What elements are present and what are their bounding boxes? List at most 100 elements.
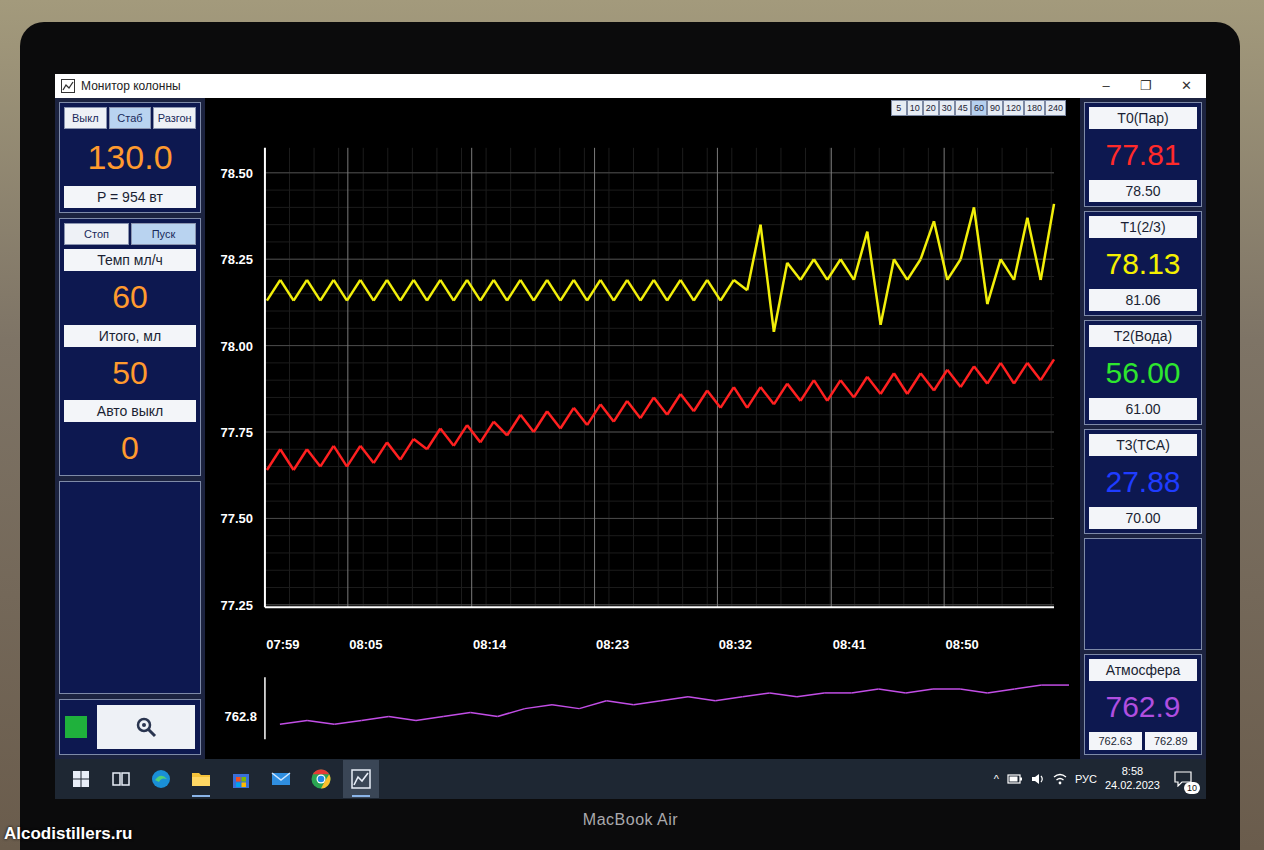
series-segment [907,259,920,280]
series-segment [427,429,440,450]
series-segment [854,232,867,280]
series-segment [654,397,667,414]
sensor-setpoint[interactable]: 78.50 [1089,180,1197,202]
notification-button[interactable]: 10 [1168,764,1198,794]
clock[interactable]: 8:5824.02.2023 [1105,765,1160,793]
time-range-button[interactable]: 30 [939,100,955,116]
minor-grid-line [265,293,1054,294]
search-button[interactable] [97,705,195,749]
series-segment [307,280,320,301]
series-segment [774,263,787,332]
sensor-setpoint[interactable]: 61.00 [1089,398,1197,420]
minor-grid-line [1002,148,1003,607]
time-range-button[interactable]: 45 [955,100,971,116]
minor-grid-line [265,570,1054,571]
speaker-icon[interactable] [1031,772,1045,786]
series-segment [627,280,640,301]
series-segment [334,720,361,724]
grid-line [265,259,1054,260]
series-segment [507,280,520,301]
series-segment [280,449,293,470]
series-segment [574,280,587,301]
minor-grid-line [265,241,1054,242]
series-segment [851,689,878,693]
series-segment [987,259,1000,304]
taskbar-app[interactable] [183,760,219,798]
series-segment [867,232,880,325]
series-segment [987,363,1000,384]
taskbar-app[interactable] [303,760,339,798]
pump-button[interactable]: Пуск [131,223,196,245]
time-range-button[interactable]: 10 [907,100,923,116]
time-range-button[interactable]: 20 [923,100,939,116]
grid-line [265,518,1054,519]
app-body: ВыклСтабРазгон130.0P = 954 втСтопПускТем… [55,98,1206,759]
field-value[interactable]: 0 [64,426,196,471]
series-segment [1041,204,1054,280]
series-segment [387,442,400,459]
taskbar-app[interactable] [223,760,259,798]
taskbar-app[interactable] [143,760,179,798]
taskbar: ^ РУС 8:5824.02.2023 10 [55,759,1206,799]
sensor-setpoint[interactable]: 70.00 [1089,507,1197,529]
minor-grid-line [265,432,1054,433]
window-control[interactable]: ✕ [1166,74,1206,98]
field-value[interactable]: 50 [64,351,196,396]
taskbar-app[interactable] [263,760,299,798]
minor-grid-line [265,259,1054,260]
atmosphere-min: 762.63 [1089,732,1142,750]
window-control[interactable]: – [1086,74,1126,98]
series-segment [416,716,443,720]
series-segment [721,387,734,408]
series-segment [280,720,307,724]
mode-button[interactable]: Стаб [109,107,152,129]
mode-button[interactable]: Разгон [153,107,196,129]
minor-grid-line [265,207,1054,208]
minor-grid-line [756,148,757,607]
edge-icon [150,768,172,790]
time-range-button[interactable]: 240 [1045,100,1066,116]
series-segment [734,280,747,290]
pump-box: СтопПускТемп мл/ч60Итого, мл50Авто выкл0 [59,218,201,476]
series-segment [614,401,627,422]
series-segment [907,373,920,394]
language-indicator[interactable]: РУС [1075,773,1097,785]
series-segment [867,377,880,394]
battery-icon[interactable] [1007,773,1023,785]
time-range-button[interactable]: 180 [1024,100,1045,116]
window-control[interactable]: ❐ [1126,74,1166,98]
pressure-axis [264,677,265,739]
time-range-button[interactable]: 60 [971,100,987,116]
minor-grid-line [265,190,1054,191]
power-setpoint[interactable]: 130.0 [64,133,196,182]
time-range-button[interactable]: 5 [891,100,907,116]
bottom-controls [59,699,201,755]
y-tick-label: 77.75 [220,425,252,440]
series-segment [1042,684,1069,685]
minor-grid-line [658,148,659,607]
screen: Монитор колонны–❐✕ВыклСтабРазгон130.0P =… [55,74,1206,799]
taskbar-app[interactable] [63,760,99,798]
series-segment [525,705,552,709]
chart-icon [61,79,75,93]
mode-button[interactable]: Выкл [64,107,107,129]
pump-buttons: СтопПуск [64,223,196,245]
series-segment [787,263,800,280]
windows-icon [72,770,90,788]
series-segment [1015,685,1042,689]
series-segment [587,280,600,301]
taskbar-app[interactable] [103,760,139,798]
series-segment [761,225,774,332]
tray-chevron[interactable]: ^ [994,773,999,785]
time-range-button[interactable]: 120 [1003,100,1024,116]
series-segment [934,370,947,391]
pump-button[interactable]: Стоп [64,223,129,245]
sensor-setpoint[interactable]: 81.06 [1089,289,1197,311]
time-range-button[interactable]: 90 [987,100,1003,116]
series-segment [774,384,787,405]
field-value[interactable]: 60 [64,275,196,320]
taskbar-app[interactable] [343,760,379,798]
minor-grid-line [363,148,364,607]
wifi-icon[interactable] [1053,772,1067,786]
sensor-value: 78.13 [1089,242,1197,285]
